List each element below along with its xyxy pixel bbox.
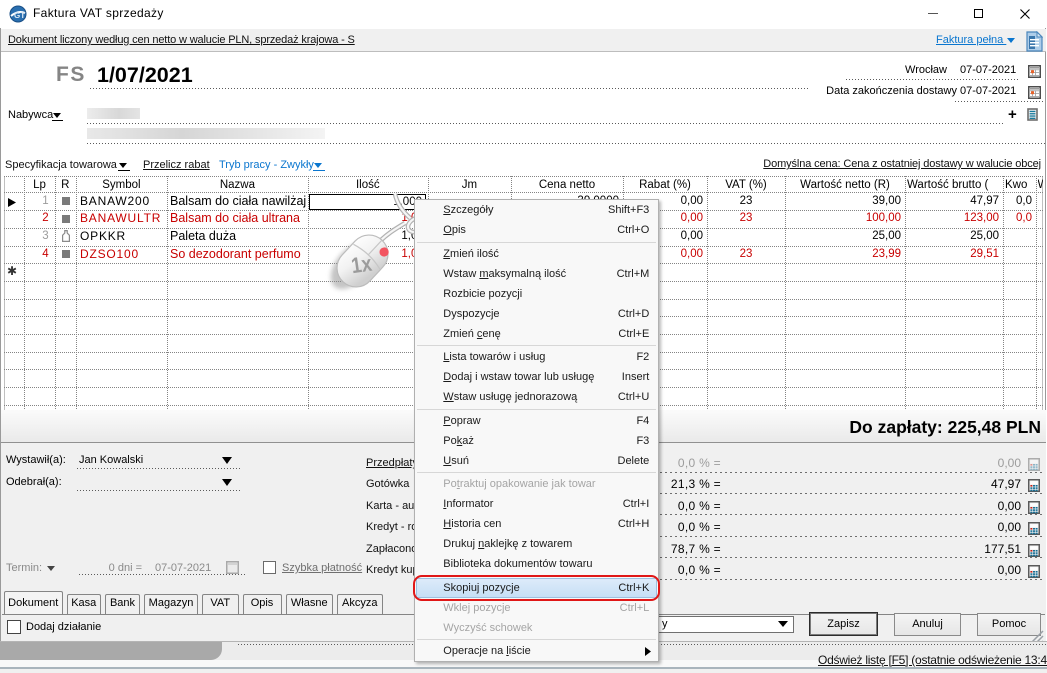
svg-text:GT: GT <box>14 11 25 20</box>
svg-text:1x: 1x <box>350 251 374 279</box>
